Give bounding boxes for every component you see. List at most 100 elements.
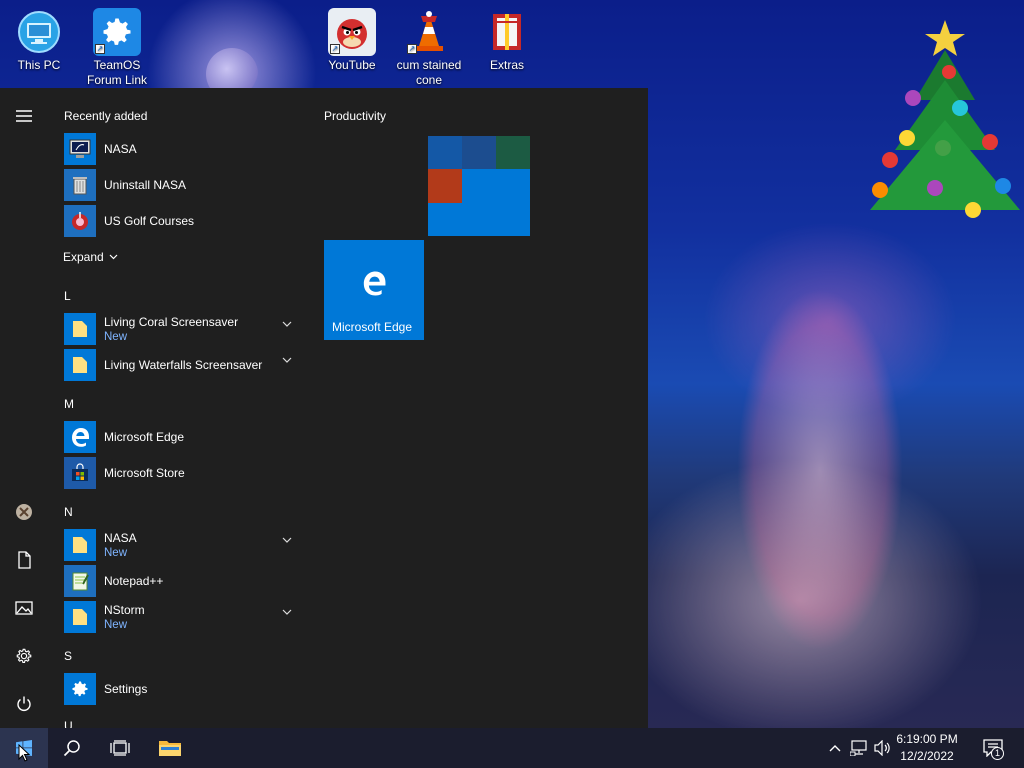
show-hidden-icons-button[interactable] <box>826 728 844 768</box>
app-settings[interactable]: Settings <box>64 673 304 705</box>
letter-header-n[interactable]: N <box>64 505 73 519</box>
wallpaper-tree <box>700 190 940 710</box>
tile-folder-cell <box>462 136 496 169</box>
app-notepad-plus-plus[interactable]: Notepad++ <box>64 565 304 597</box>
clock-date: 12/2/2022 <box>900 749 954 763</box>
desktop-icon-youtube[interactable]: ↗ YouTube <box>315 8 389 73</box>
edge-icon <box>64 421 96 453</box>
app-label: Living Coral Screensaver <box>104 314 239 329</box>
notification-count-badge: 1 <box>991 747 1004 760</box>
documents-button[interactable] <box>0 538 48 582</box>
letter-header-u[interactable]: U <box>64 719 73 728</box>
app-nstorm[interactable]: NStorm New <box>64 601 304 633</box>
action-center-button[interactable]: 1 <box>978 728 1008 768</box>
app-nasa-recent[interactable]: NASA <box>64 133 304 165</box>
app-microsoft-store[interactable]: Microsoft Store <box>64 457 304 489</box>
network-icon <box>850 740 867 756</box>
picture-icon <box>15 601 33 615</box>
pictures-button[interactable] <box>0 586 48 630</box>
app-label: Living Waterfalls Screensaver <box>104 357 263 372</box>
new-badge: New <box>104 330 128 343</box>
tile-microsoft-edge[interactable]: Microsoft Edge <box>324 240 424 340</box>
recently-added-heading: Recently added <box>64 109 148 123</box>
app-living-coral-screensaver[interactable]: Living Coral Screensaver New <box>64 313 304 345</box>
file-explorer-icon <box>159 741 181 756</box>
folder-icon <box>64 601 96 633</box>
app-label: US Golf Courses <box>104 213 195 228</box>
shortcut-arrow-icon: ↗ <box>407 44 417 54</box>
power-icon <box>17 696 31 711</box>
chevron-down-icon[interactable] <box>282 607 292 617</box>
app-nasa-folder[interactable]: NASA New <box>64 529 304 561</box>
app-label: Settings <box>104 681 148 696</box>
tile-label: Microsoft Edge <box>332 320 413 334</box>
tile-group-title[interactable]: Productivity <box>324 109 386 123</box>
settings-rail-button[interactable] <box>0 634 48 678</box>
start-rail <box>0 88 48 728</box>
hamburger-icon <box>16 110 32 122</box>
speaker-icon <box>874 740 890 756</box>
gear-icon <box>16 648 32 664</box>
notepad-plus-plus-icon <box>64 565 96 597</box>
tile-folder-cell <box>428 169 462 203</box>
app-label: Microsoft Edge <box>104 429 185 444</box>
network-button[interactable] <box>848 728 870 768</box>
edge-icon <box>363 271 386 296</box>
tile-folder[interactable] <box>428 136 530 236</box>
letter-header-l[interactable]: L <box>64 289 71 303</box>
chevron-down-icon[interactable] <box>282 355 292 365</box>
search-button[interactable] <box>48 728 96 768</box>
task-view-icon <box>110 740 130 756</box>
gift-box-icon <box>483 8 531 56</box>
letter-header-m[interactable]: M <box>64 397 74 411</box>
folder-icon <box>64 349 96 381</box>
app-label: Uninstall NASA <box>104 177 187 192</box>
taskbar: 6:19:00 PM 12/2/2022 1 <box>0 728 1024 768</box>
folder-icon <box>64 313 96 345</box>
new-badge: New <box>104 618 128 631</box>
shortcut-arrow-icon: ↗ <box>95 44 105 54</box>
gear-icon: ↗ <box>93 8 141 56</box>
app-label: NASA <box>104 530 137 545</box>
volume-button[interactable] <box>872 728 894 768</box>
tile-folder-cell <box>428 203 462 236</box>
chevron-down-icon[interactable] <box>282 535 292 545</box>
desktop-icon-this-pc[interactable]: This PC <box>2 8 76 73</box>
app-label: Microsoft Store <box>104 465 185 480</box>
store-icon <box>64 457 96 489</box>
app-living-waterfalls-screensaver[interactable]: Living Waterfalls Screensaver <box>64 349 304 381</box>
traffic-cone-icon: ↗ <box>405 8 453 56</box>
app-us-golf-courses[interactable]: US Golf Courses <box>64 205 304 237</box>
expand-label: Expand <box>63 250 104 264</box>
search-icon <box>63 740 80 757</box>
letter-header-s[interactable]: S <box>64 649 72 663</box>
desktop-icon-label: cum stained cone <box>396 58 462 87</box>
hamburger-menu-button[interactable] <box>0 94 48 138</box>
golf-courses-icon <box>64 205 96 237</box>
app-microsoft-edge[interactable]: Microsoft Edge <box>64 421 304 453</box>
app-uninstall-nasa[interactable]: Uninstall NASA <box>64 169 304 201</box>
desktop-icon-label: YouTube <box>328 58 376 72</box>
app-label: NStorm <box>104 602 145 617</box>
shortcut-arrow-icon: ↗ <box>330 44 340 54</box>
gear-icon <box>64 673 96 705</box>
document-icon <box>18 551 31 569</box>
expand-button[interactable]: Expand <box>63 250 118 264</box>
start-menu: Recently added NASA Uninstall NASA US Go… <box>0 88 648 728</box>
this-pc-icon <box>15 8 63 56</box>
desktop-icon-teamos-forum-link[interactable]: ↗ TeamOS Forum Link <box>80 8 154 88</box>
tile-folder-cell <box>496 136 530 169</box>
tile-folder-cell <box>462 169 530 236</box>
desktop-icon-extras[interactable]: Extras <box>470 8 544 73</box>
new-badge: New <box>104 546 128 559</box>
user-account-button[interactable] <box>0 490 48 534</box>
desktop-icon-cone[interactable]: ↗ cum stained cone <box>392 8 466 88</box>
taskbar-clock[interactable]: 6:19:00 PM 12/2/2022 <box>892 731 962 765</box>
start-button[interactable] <box>0 728 48 768</box>
task-view-button[interactable] <box>96 728 144 768</box>
mouse-cursor-icon <box>18 744 30 762</box>
nasa-monitor-icon <box>64 133 96 165</box>
chevron-down-icon[interactable] <box>282 319 292 329</box>
file-explorer-button[interactable] <box>146 728 194 768</box>
power-button[interactable] <box>0 682 48 726</box>
